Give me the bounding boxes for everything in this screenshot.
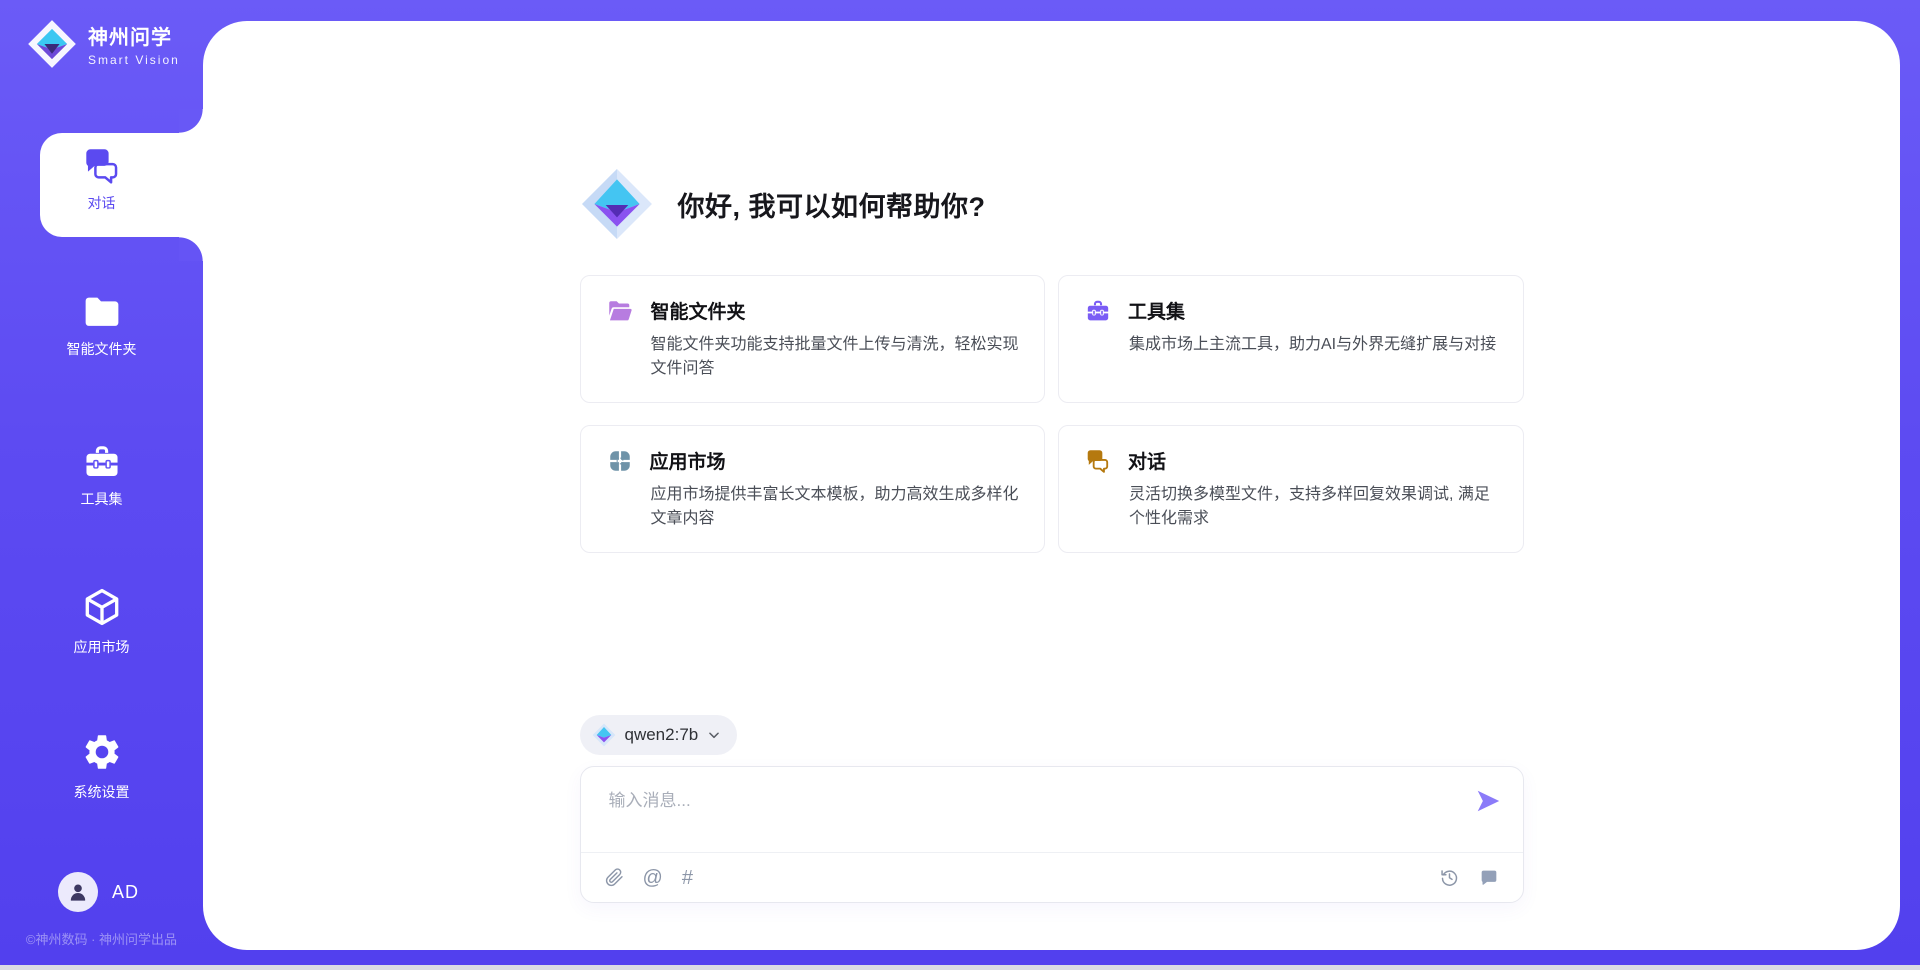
attach-file-button[interactable] [605,867,624,888]
history-button[interactable] [1439,867,1460,888]
card-title: 智能文件夹 [651,297,746,324]
topic-button[interactable]: # [682,868,693,888]
assistant-logo-icon [580,167,654,241]
card-chat[interactable]: 对话 灵活切换多模型文件，支持多样回复效果调试, 满足个性化需求 [1058,425,1524,553]
sidebar-item-smart-folder[interactable]: 智能文件夹 [0,294,203,359]
sidebar-item-label: 系统设置 [74,782,130,802]
brand-subtitle: Smart Vision [88,53,180,67]
sidebar-item-label: 对话 [88,193,116,213]
message-composer: @ # [580,766,1524,903]
send-button[interactable] [1473,787,1503,817]
brand: 神州问学 Smart Vision [26,18,180,70]
paperclip-icon [605,867,624,888]
user-profile[interactable]: AD [58,872,139,912]
sidebar: 神州问学 Smart Vision 对话 智能文件夹 [0,0,203,970]
brand-name: 神州问学 [88,21,180,50]
card-description: 应用市场提供丰富长文本模板，助力高效生成多样化文章内容 [651,483,1025,531]
card-title: 应用市场 [650,447,726,474]
card-smart-folder[interactable]: 智能文件夹 智能文件夹功能支持批量文件上传与清洗，轻松实现文件问答 [580,275,1046,403]
card-toolset[interactable]: 工具集 集成市场上主流工具，助力AI与外界无缝扩展与对接 [1058,275,1524,403]
send-icon [1474,787,1502,815]
history-icon [1439,867,1460,888]
card-description: 集成市场上主流工具，助力AI与外界无缝扩展与对接 [1129,333,1503,357]
new-chat-button[interactable] [1479,868,1499,888]
chat-bubbles-icon [1085,448,1111,473]
model-logo-icon [592,723,616,747]
main-content: 你好, 我可以如何帮助你? 智能文件夹 智能文件夹功能支持批量文件上传与清洗，轻… [203,21,1900,950]
chevron-down-icon [707,728,721,742]
greeting-section: 你好, 我可以如何帮助你? [580,21,1524,241]
grid-cube-icon [607,448,633,474]
gear-icon [81,731,123,773]
card-description: 智能文件夹功能支持批量文件上传与清洗，轻松实现文件问答 [651,333,1025,381]
sidebar-item-label: 工具集 [81,489,123,509]
card-title: 对话 [1128,447,1166,474]
greeting-text: 你好, 我可以如何帮助你? [678,185,986,224]
folder-icon [82,294,122,330]
cube-icon [81,586,123,628]
card-description: 灵活切换多模型文件，支持多样回复效果调试, 满足个性化需求 [1129,483,1503,531]
model-name: qwen2:7b [625,725,699,745]
model-selector[interactable]: qwen2:7b [580,715,738,755]
user-initials: AD [112,882,139,903]
composer-toolbar: @ # [581,853,1523,902]
toolbox-icon [82,442,122,480]
app-window: 神州问学 Smart Vision 对话 智能文件夹 [0,0,1920,970]
toolbox-icon [1085,298,1111,323]
person-icon [65,879,91,905]
brand-logo-icon [26,18,78,70]
chat-bubble-icon [1479,868,1499,888]
folder-open-icon [607,299,634,323]
window-bottom-edge [0,965,1920,970]
sidebar-item-settings[interactable]: 系统设置 [0,731,203,802]
sidebar-item-label: 智能文件夹 [67,339,137,359]
card-app-market[interactable]: 应用市场 应用市场提供丰富长文本模板，助力高效生成多样化文章内容 [580,425,1046,553]
card-title: 工具集 [1128,297,1185,324]
mention-button[interactable]: @ [643,868,663,888]
feature-cards: 智能文件夹 智能文件夹功能支持批量文件上传与清洗，轻松实现文件问答 工具 [580,275,1524,553]
copyright-footer: ©神州数码 · 神州问学出品 [0,929,203,948]
chat-bubbles-icon [82,146,122,184]
sidebar-item-toolset[interactable]: 工具集 [0,442,203,509]
sidebar-item-label: 应用市场 [74,637,130,657]
sidebar-item-chat[interactable]: 对话 [0,146,203,213]
message-input[interactable] [581,767,1523,852]
avatar [58,872,98,912]
sidebar-item-app-market[interactable]: 应用市场 [0,586,203,657]
